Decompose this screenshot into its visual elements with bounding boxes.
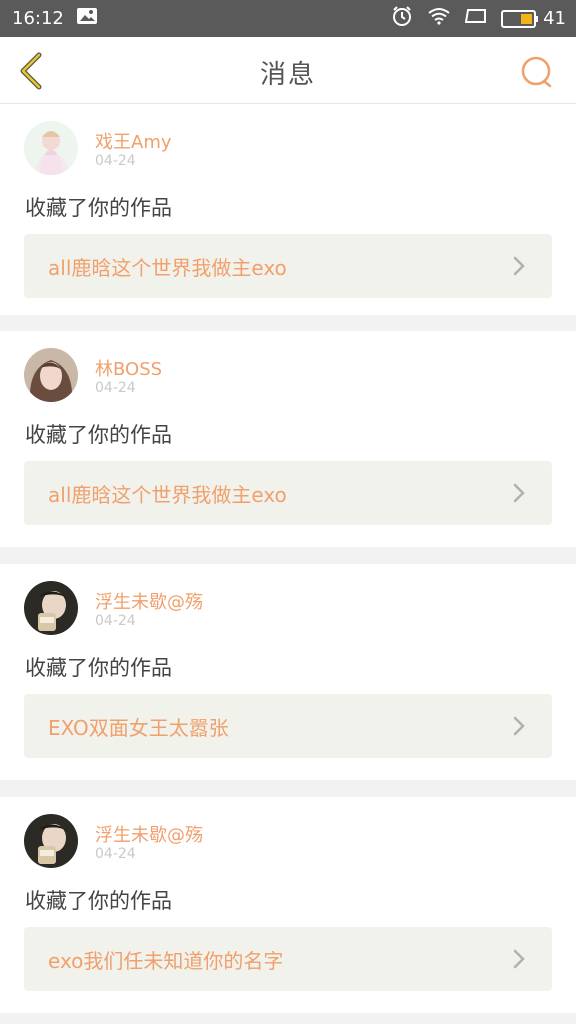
signal-icon — [464, 8, 487, 29]
work-title: EXO双面女王太嚣张 — [48, 715, 229, 740]
avatar[interactable] — [24, 581, 78, 635]
alarm-icon — [391, 5, 413, 32]
action-text: 收藏了你的作品 — [25, 889, 172, 913]
username[interactable]: 戏王Amy — [95, 128, 172, 154]
nav-bar: 消息 — [0, 37, 576, 104]
notification-card: 浮生未歇@殇 04-24 收藏了你的作品 exo我们任未知道你的名字 — [0, 797, 576, 1013]
notification-card: 浮生未歇@殇 04-24 收藏了你的作品 EXO双面女王太嚣张 — [0, 564, 576, 780]
avatar[interactable] — [24, 814, 78, 868]
work-title: all鹿晗这个世界我做主exo — [48, 255, 287, 280]
date: 04-24 — [95, 153, 136, 169]
battery-icon: 41 — [501, 8, 566, 29]
work-link[interactable]: all鹿晗这个世界我做主exo — [24, 234, 552, 298]
wifi-icon — [427, 7, 451, 30]
username[interactable]: 林BOSS — [95, 355, 162, 381]
chevron-right-icon — [510, 947, 528, 971]
chevron-right-icon — [510, 481, 528, 505]
notification-card: 林BOSS 04-24 收藏了你的作品 all鹿晗这个世界我做主exo — [0, 331, 576, 547]
search-icon — [521, 56, 552, 88]
notification-card: 戏王Amy 04-24 收藏了你的作品 all鹿晗这个世界我做主exo — [0, 104, 576, 315]
work-link[interactable]: EXO双面女王太嚣张 — [24, 694, 552, 758]
status-time: 16:12 — [12, 8, 64, 29]
page-title: 消息 — [259, 60, 316, 90]
work-link[interactable]: all鹿晗这个世界我做主exo — [24, 461, 552, 525]
action-text: 收藏了你的作品 — [25, 196, 172, 220]
image-icon — [76, 7, 98, 30]
date: 04-24 — [95, 613, 136, 629]
chevron-right-icon — [510, 714, 528, 738]
action-text: 收藏了你的作品 — [25, 423, 172, 447]
chevron-right-icon — [510, 254, 528, 278]
status-right: 41 — [391, 5, 566, 32]
username[interactable]: 浮生未歇@殇 — [95, 588, 203, 614]
search-button[interactable] — [520, 55, 554, 89]
date: 04-24 — [95, 846, 136, 862]
action-text: 收藏了你的作品 — [25, 656, 172, 680]
status-left: 16:12 — [12, 7, 98, 30]
work-link[interactable]: exo我们任未知道你的名字 — [24, 927, 552, 991]
work-title: exo我们任未知道你的名字 — [48, 948, 284, 973]
work-title: all鹿晗这个世界我做主exo — [48, 482, 287, 507]
avatar[interactable] — [24, 348, 78, 402]
status-bar: 16:12 41 — [0, 0, 576, 37]
date: 04-24 — [95, 380, 136, 396]
avatar[interactable] — [24, 121, 78, 175]
battery-level: 41 — [543, 8, 566, 29]
username[interactable]: 浮生未歇@殇 — [95, 821, 203, 847]
